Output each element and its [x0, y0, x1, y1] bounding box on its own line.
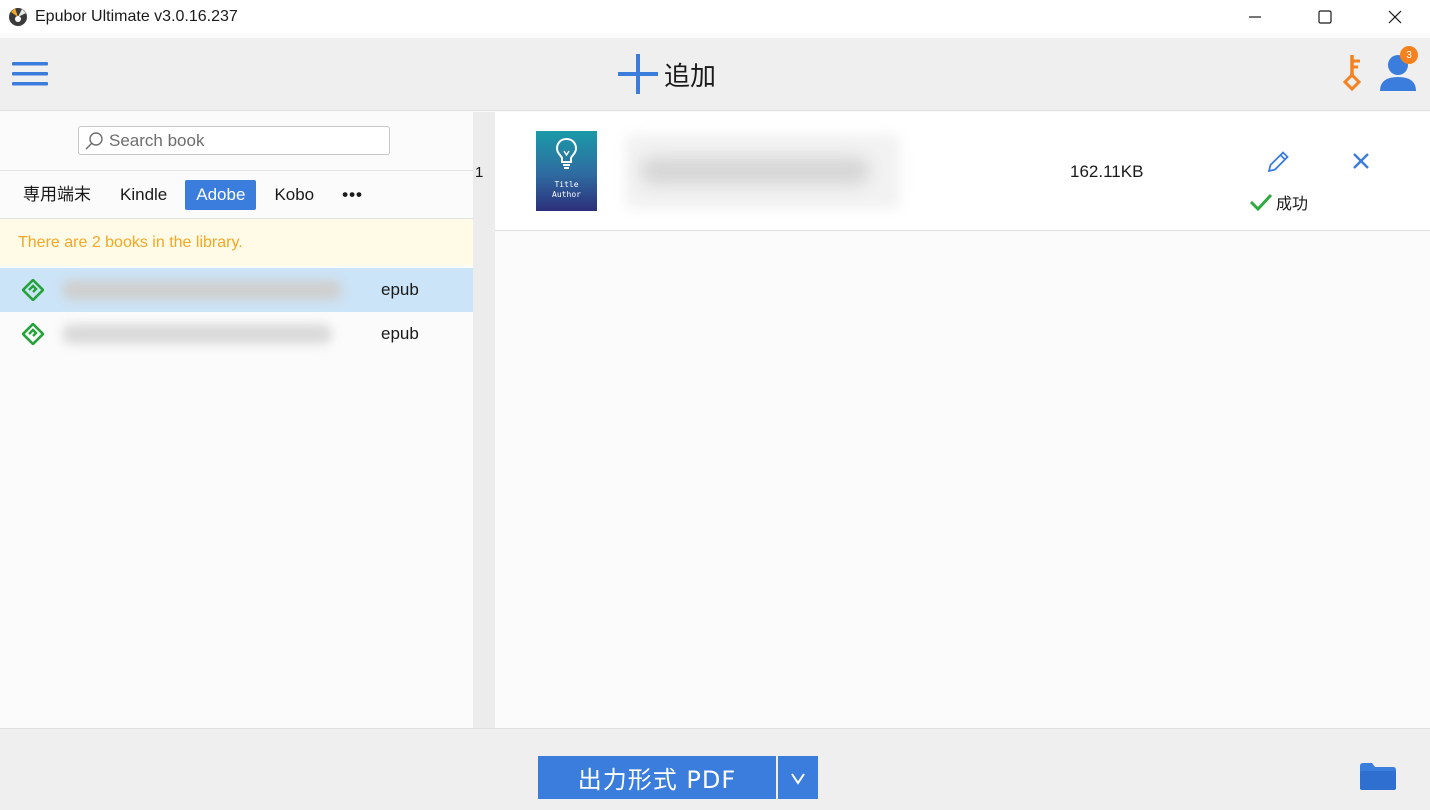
key-icon[interactable]: [1340, 53, 1370, 93]
book-title-redacted: [62, 280, 342, 300]
minimize-icon: [1249, 15, 1261, 18]
book-format: epub: [381, 280, 419, 299]
minimize-button[interactable]: [1220, 0, 1290, 33]
cover-author: Author: [552, 190, 581, 199]
search-box: [78, 126, 390, 155]
library-panel: 専用端末 Kindle Adobe Kobo ••• There are 2 b…: [0, 112, 473, 728]
book-format: epub: [381, 324, 419, 343]
window-title: Epubor Ultimate v3.0.16.237: [35, 7, 238, 25]
checkmark-icon: [1249, 193, 1273, 212]
search-input[interactable]: [109, 130, 379, 151]
maximize-icon: [1318, 9, 1332, 24]
plus-icon: [618, 54, 658, 94]
window-controls: [1220, 0, 1430, 33]
conversion-status: 成功: [1249, 190, 1308, 214]
library-book-row[interactable]: epub: [0, 312, 473, 356]
item-title-redacted-inner: [640, 157, 870, 185]
convert-to-pdf-button[interactable]: 出力形式 PDF: [538, 756, 776, 799]
more-tabs-button[interactable]: •••: [332, 180, 373, 210]
close-window-button[interactable]: [1360, 0, 1430, 33]
tab-kindle[interactable]: Kindle: [109, 180, 178, 210]
add-button[interactable]: 追加: [616, 52, 716, 96]
close-icon: [1388, 10, 1402, 23]
ebook-format-icon: [22, 323, 44, 345]
divider: [0, 170, 473, 171]
book-title-redacted: [62, 324, 332, 344]
panel-splitter[interactable]: [473, 112, 495, 728]
status-text: 成功: [1276, 194, 1309, 213]
library-book-row[interactable]: epub: [0, 268, 473, 312]
ebook-format-icon: [22, 279, 44, 301]
remove-item-icon[interactable]: [1350, 150, 1372, 172]
book-cover-image: Title Author: [536, 131, 597, 211]
output-format-dropdown[interactable]: [778, 756, 818, 799]
cover-title: Title: [554, 180, 579, 189]
main-toolbar: 追加 3: [0, 38, 1430, 111]
tab-dedicated-device[interactable]: 専用端末: [12, 180, 102, 210]
chevron-down-icon: [791, 772, 805, 785]
file-size: 162.11KB: [1070, 162, 1144, 181]
edit-pencil-icon[interactable]: [1264, 148, 1292, 176]
conversion-item-row[interactable]: Title Author 162.11KB 成功: [495, 112, 1430, 231]
title-bar: Epubor Ultimate v3.0.16.237: [0, 0, 1430, 33]
folder-icon[interactable]: [1360, 762, 1396, 790]
device-tabs: 専用端末 Kindle Adobe Kobo •••: [12, 180, 380, 210]
maximize-button[interactable]: [1290, 0, 1360, 33]
tab-kobo[interactable]: Kobo: [263, 180, 325, 210]
tab-adobe[interactable]: Adobe: [185, 180, 257, 210]
item-index: 1: [475, 164, 484, 181]
search-icon: [85, 131, 103, 149]
lightbulb-icon: [555, 137, 578, 169]
app-logo-icon: [9, 7, 27, 26]
bottom-bar: 出力形式 PDF: [0, 728, 1430, 810]
add-label: 追加: [664, 61, 717, 92]
hamburger-menu-icon[interactable]: [12, 57, 50, 91]
notification-badge: 3: [1400, 46, 1418, 64]
library-notice: There are 2 books in the library.: [0, 219, 473, 266]
